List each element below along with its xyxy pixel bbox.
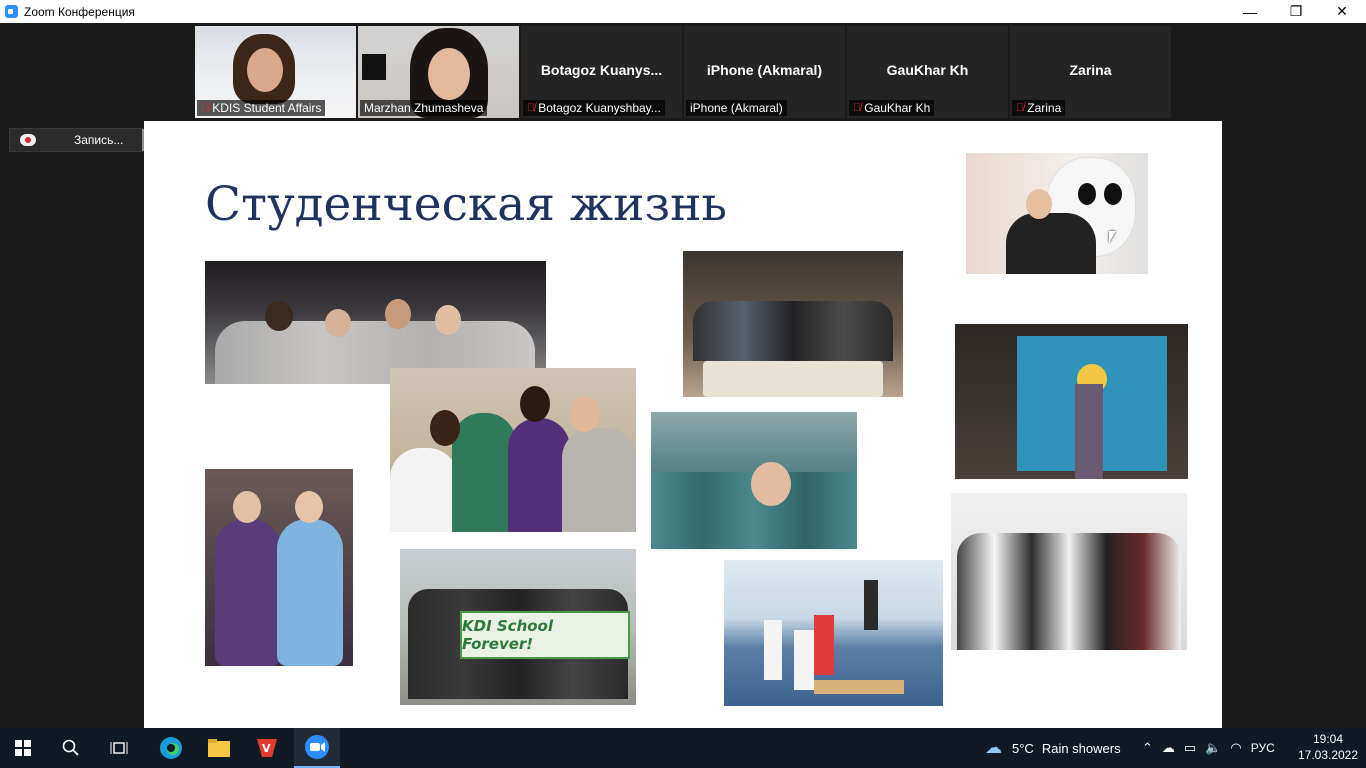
- participant-name: Zarina: [1027, 101, 1062, 115]
- clock-time: 19:04: [1312, 732, 1344, 746]
- participant-name: Marzhan Zhumasheva: [364, 101, 484, 115]
- windows-logo-icon: [15, 740, 31, 756]
- windows-taskbar: V ☁ 5°C Rain showers ⌃ ☁ ▭ 🔈 ◠ РУС 19:04…: [0, 728, 1366, 768]
- task-view-icon: [110, 742, 128, 754]
- wifi-icon[interactable]: ◠: [1230, 740, 1241, 756]
- clock-date: 17.03.2022: [1297, 748, 1359, 762]
- participant-nameplate: 🎙̸ GauKhar Kh: [849, 100, 935, 116]
- participant-big-name: Zarina: [1069, 62, 1112, 78]
- meeting-area: 🎙̸ KDIS Student Affairs Marzhan Zhumashe…: [0, 23, 1366, 728]
- start-button[interactable]: [0, 728, 46, 768]
- photo-students-gathering: [205, 261, 546, 384]
- participant-tile[interactable]: Zarina 🎙̸ Zarina: [1010, 26, 1171, 118]
- photo-kdi-banner: KDI School Forever!: [400, 549, 636, 705]
- participant-name: iPhone (Akmaral): [690, 101, 783, 115]
- participant-nameplate: 🎙̸ Botagoz Kuanyshbay...: [523, 100, 665, 116]
- language-indicator[interactable]: РУС: [1251, 741, 1275, 755]
- window-title: Zoom Конференция: [24, 4, 135, 19]
- mic-muted-icon: 🎙̸: [1016, 102, 1025, 114]
- clock[interactable]: 19:04 17.03.2022: [1295, 731, 1361, 763]
- photo-costume-panda: [966, 153, 1148, 274]
- taskbar-edge[interactable]: [148, 728, 194, 768]
- photo-kazakh-flag: [955, 324, 1188, 479]
- zoom-icon: [305, 735, 329, 759]
- mic-muted-icon: 🎙̸: [201, 102, 210, 114]
- participant-nameplate: Marzhan Zhumasheva: [360, 100, 488, 116]
- cloud-record-icon: [20, 134, 36, 146]
- participant-tile[interactable]: iPhone (Akmaral) iPhone (Akmaral): [684, 26, 845, 118]
- photo-taekwondo-group: [951, 493, 1187, 650]
- participant-big-name: GauKhar Kh: [886, 62, 969, 78]
- minimize-button[interactable]: —: [1227, 0, 1273, 23]
- slide-title: Студенческая жизнь: [205, 177, 728, 232]
- svg-text:V: V: [262, 742, 271, 755]
- photo-traditional-costumes: [205, 469, 353, 666]
- battery-icon[interactable]: ▭: [1184, 740, 1196, 756]
- weather-temperature: 5°C: [1012, 740, 1034, 756]
- mic-muted-icon: 🎙̸: [853, 102, 862, 114]
- photo-friends-smiling: [390, 368, 636, 532]
- mic-muted-icon: 🎙̸: [527, 102, 536, 114]
- recording-label: Запись...: [74, 133, 124, 147]
- volume-icon[interactable]: 🔈: [1205, 740, 1221, 756]
- restore-button[interactable]: ❐: [1273, 0, 1319, 23]
- task-view-button[interactable]: [96, 728, 142, 768]
- taskbar-zoom[interactable]: [294, 728, 340, 768]
- participant-name: Botagoz Kuanyshbay...: [538, 101, 661, 115]
- chevron-up-icon[interactable]: ⌃: [1142, 740, 1153, 756]
- search-icon: [62, 739, 79, 756]
- participant-tile[interactable]: GauKhar Kh 🎙̸ GauKhar Kh: [847, 26, 1008, 118]
- onedrive-cloud-icon[interactable]: ☁: [1162, 740, 1175, 756]
- mouse-cursor-icon: [1109, 231, 1116, 243]
- participant-big-name: iPhone (Akmaral): [706, 62, 823, 78]
- edge-browser-icon: [160, 737, 182, 759]
- banner-text: KDI School Forever!: [462, 617, 554, 653]
- participant-name: GauKhar Kh: [864, 101, 931, 115]
- weather-description: Rain showers: [1041, 740, 1121, 756]
- participant-name: KDIS Student Affairs: [212, 101, 322, 115]
- system-tray: ⌃ ☁ ▭ 🔈 ◠ РУС: [1142, 728, 1275, 768]
- participant-nameplate: 🎙̸ Zarina: [1012, 100, 1066, 116]
- weather-widget[interactable]: ☁ 5°C Rain showers: [985, 728, 1121, 768]
- participant-tile[interactable]: 🎙̸ KDIS Student Affairs: [195, 26, 356, 118]
- title-bar: Zoom Конференция — ❐ ✕: [0, 0, 1366, 23]
- search-button[interactable]: [48, 728, 94, 768]
- participant-big-name: Botagoz Kuanys...: [540, 62, 663, 78]
- photo-dinner-group: [683, 251, 903, 397]
- participant-nameplate: iPhone (Akmaral): [686, 100, 787, 116]
- weather-cloud-icon: ☁: [985, 738, 1002, 757]
- photo-taekwondo-match: [724, 560, 943, 706]
- taskbar-file-explorer[interactable]: [196, 728, 242, 768]
- participant-tile-active-speaker[interactable]: Marzhan Zhumasheva: [358, 26, 519, 118]
- antivirus-icon: V: [257, 739, 277, 757]
- folder-icon: [208, 739, 230, 757]
- shared-screen-slide: Студенческая жизнь KDI School Forever!: [144, 121, 1222, 728]
- taskbar-antivirus[interactable]: V: [244, 728, 290, 768]
- participant-nameplate: 🎙̸ KDIS Student Affairs: [197, 100, 326, 116]
- participant-strip: 🎙̸ KDIS Student Affairs Marzhan Zhumashe…: [195, 26, 1171, 118]
- close-button[interactable]: ✕: [1319, 0, 1365, 23]
- participant-tile[interactable]: Botagoz Kuanys... 🎙̸ Botagoz Kuanyshbay.…: [521, 26, 682, 118]
- zoom-app-icon: [5, 5, 18, 18]
- photo-graduation: [651, 412, 857, 549]
